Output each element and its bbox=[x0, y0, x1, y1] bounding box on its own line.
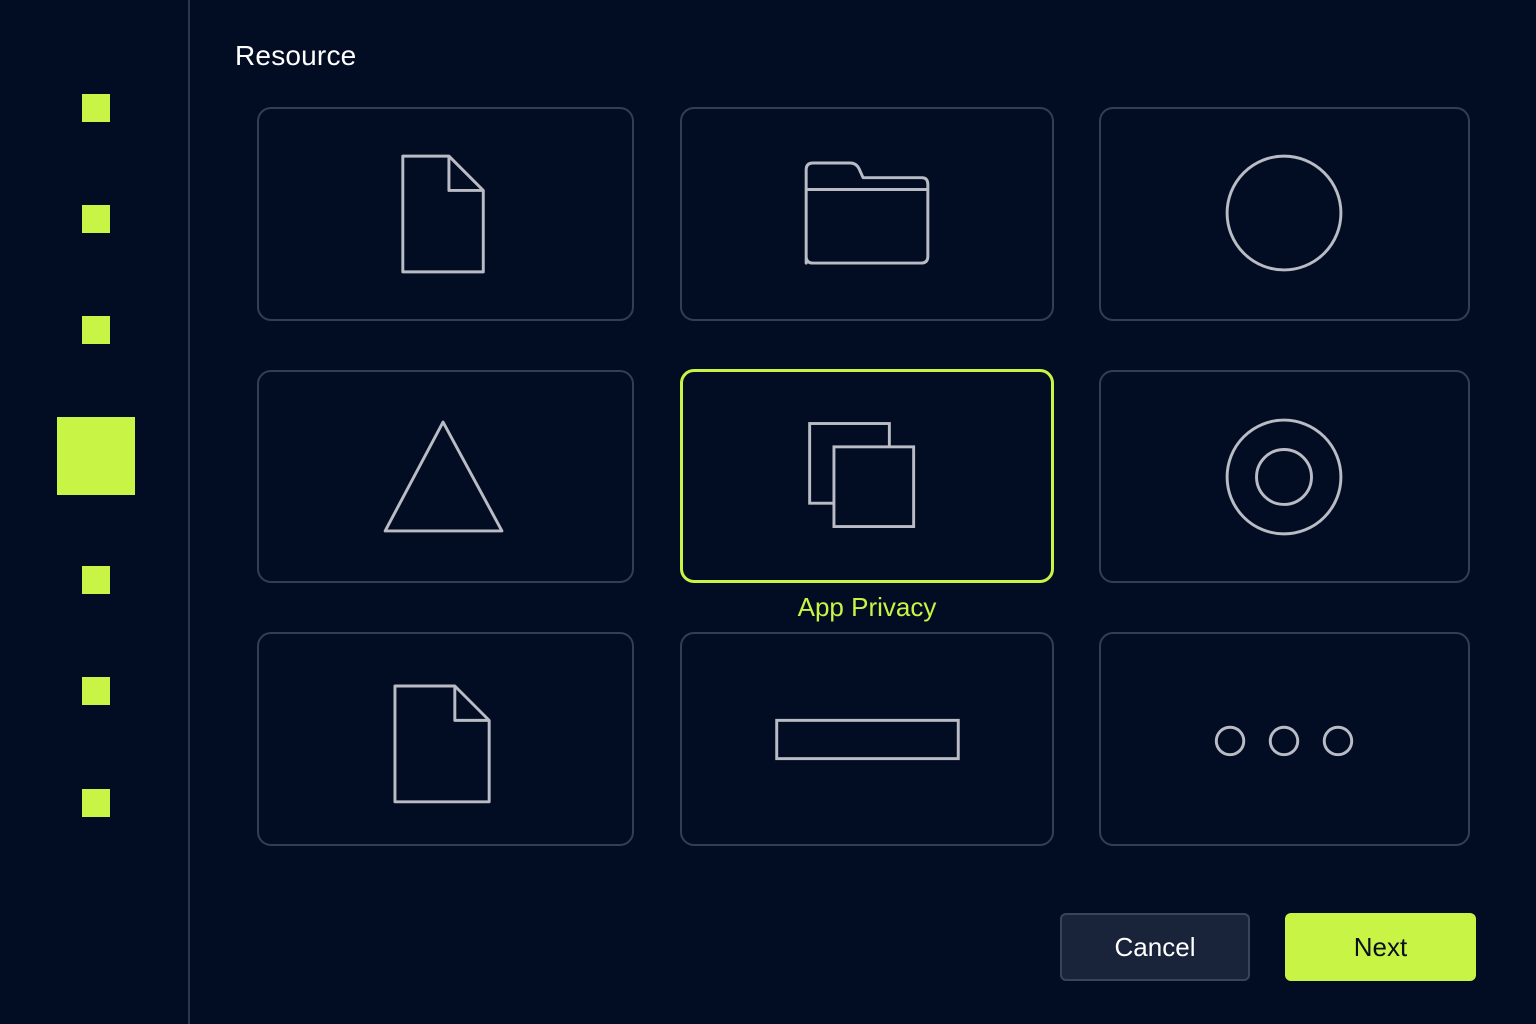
more-icon bbox=[1214, 725, 1354, 757]
resource-tile-triangle[interactable] bbox=[257, 370, 634, 583]
circle-icon bbox=[1225, 154, 1343, 272]
step-6-marker[interactable] bbox=[82, 677, 110, 705]
step-7-marker[interactable] bbox=[82, 789, 110, 817]
page-title: Resource bbox=[235, 40, 357, 71]
resource-tile-document[interactable] bbox=[257, 107, 634, 321]
step-2-marker[interactable] bbox=[82, 205, 110, 233]
triangle-icon bbox=[383, 420, 504, 533]
copy-icon bbox=[808, 422, 916, 528]
selected-tile-label: App Privacy bbox=[797, 592, 937, 622]
resource-tile-app-privacy[interactable] bbox=[680, 369, 1054, 583]
next-button[interactable]: Next bbox=[1285, 913, 1476, 981]
ring-icon bbox=[1225, 418, 1343, 536]
step-4-marker-current[interactable] bbox=[57, 417, 135, 495]
resource-wizard: Resource App Privacy Cancel Next bbox=[0, 0, 1536, 1024]
folder-icon bbox=[804, 161, 930, 265]
document-icon bbox=[401, 154, 485, 274]
rectangle-icon bbox=[775, 718, 960, 761]
step-sidebar bbox=[0, 0, 190, 1024]
resource-tile-rectangle[interactable] bbox=[680, 632, 1054, 846]
resource-tile-document-2[interactable] bbox=[257, 632, 634, 846]
step-3-marker[interactable] bbox=[82, 316, 110, 344]
resource-tile-more[interactable] bbox=[1099, 632, 1470, 846]
step-1-marker[interactable] bbox=[82, 94, 110, 122]
step-5-marker[interactable] bbox=[82, 566, 110, 594]
cancel-button[interactable]: Cancel bbox=[1060, 913, 1250, 981]
resource-tile-circle[interactable] bbox=[1099, 107, 1470, 321]
document-icon bbox=[393, 684, 491, 804]
resource-tile-ring[interactable] bbox=[1099, 370, 1470, 583]
resource-tile-folder[interactable] bbox=[680, 107, 1054, 321]
